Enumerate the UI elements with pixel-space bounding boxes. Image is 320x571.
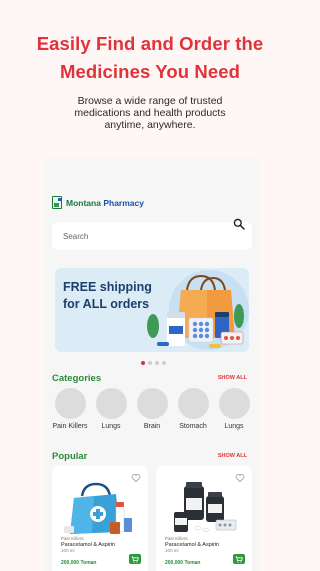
search-input[interactable] (63, 231, 233, 241)
headline-line-1: Easily Find and Order the (36, 33, 264, 54)
carousel-dot[interactable] (162, 361, 166, 365)
category-label: Lungs (101, 423, 121, 430)
categories-show-all-link[interactable]: SHOW ALL (218, 375, 247, 381)
headline-line-2: Medicines You Need (60, 61, 240, 82)
heart-icon[interactable] (235, 473, 245, 483)
carousel-dot[interactable] (148, 361, 152, 365)
marketing-headline: Easily Find and Order the Medicines You … (0, 30, 300, 86)
medicine-bottles-illustration (174, 482, 237, 532)
carousel-dot[interactable] (155, 361, 159, 365)
add-to-cart-button[interactable] (233, 554, 245, 564)
first-aid-bag-illustration (64, 482, 132, 534)
category-image (54, 388, 86, 419)
category-image (177, 388, 209, 419)
subheadline-line-3: anytime, anywhere. (104, 119, 196, 131)
category-image (136, 388, 168, 419)
category-item[interactable]: Brain (136, 388, 168, 430)
category-item[interactable]: Lungs (218, 388, 250, 430)
cart-icon (235, 555, 243, 563)
popular-show-all-link[interactable]: SHOW ALL (218, 453, 247, 459)
shopping-bag-medicines-illustration (147, 270, 249, 350)
brand-name: Montana Pharmacy (66, 198, 144, 208)
categories-title: Categories (52, 373, 102, 384)
subheadline-line-2: medications and health products (74, 107, 226, 119)
brand-name-part-2: Pharmacy (103, 197, 144, 208)
category-label: Pain Killers (52, 423, 88, 430)
pharmacy-logo-icon (52, 196, 62, 209)
promo-banner[interactable]: FREE shipping for ALL orders (55, 268, 249, 352)
product-category: Pain Killers (165, 536, 188, 541)
category-item[interactable]: Lungs (95, 388, 127, 430)
category-item[interactable]: Stomach (177, 388, 209, 430)
category-label: Brain (143, 423, 161, 430)
category-label: Stomach (179, 423, 207, 430)
category-label: Lungs (224, 423, 244, 430)
search-bar[interactable] (52, 222, 252, 250)
popular-title: Popular (52, 451, 88, 462)
marketing-subheadline: Browse a wide range of trusted medicatio… (30, 95, 270, 131)
category-item[interactable]: Pain Killers (52, 388, 88, 430)
app-screen: Montana Pharmacy FREE shipping for ALL o… (44, 158, 260, 571)
heart-icon[interactable] (131, 473, 141, 483)
brand: Montana Pharmacy (52, 196, 144, 209)
category-list: Pain Killers Lungs Brain Stomach Lungs (52, 388, 250, 430)
add-to-cart-button[interactable] (129, 554, 141, 564)
product-card[interactable]: Pain Killers Paracetamol & Aspirin 100 m… (156, 466, 252, 571)
brand-name-part-1: Montana (66, 197, 101, 208)
carousel-dot[interactable] (141, 361, 145, 365)
product-size: 100 ml (165, 548, 179, 553)
subheadline-line-1: Browse a wide range of trusted (77, 95, 223, 107)
product-size: 100 ml (61, 548, 75, 553)
product-card[interactable]: Pain Killers Paracetamol & Aspirin 100 m… (52, 466, 148, 571)
search-icon[interactable] (233, 218, 245, 230)
product-price: 200,000 Toman (165, 560, 201, 566)
cart-icon (131, 555, 139, 563)
product-category: Pain Killers (61, 536, 84, 541)
category-image (218, 388, 250, 419)
product-price: 200,000 Toman (61, 560, 97, 566)
category-image (95, 388, 127, 419)
carousel-indicator[interactable] (141, 361, 166, 365)
